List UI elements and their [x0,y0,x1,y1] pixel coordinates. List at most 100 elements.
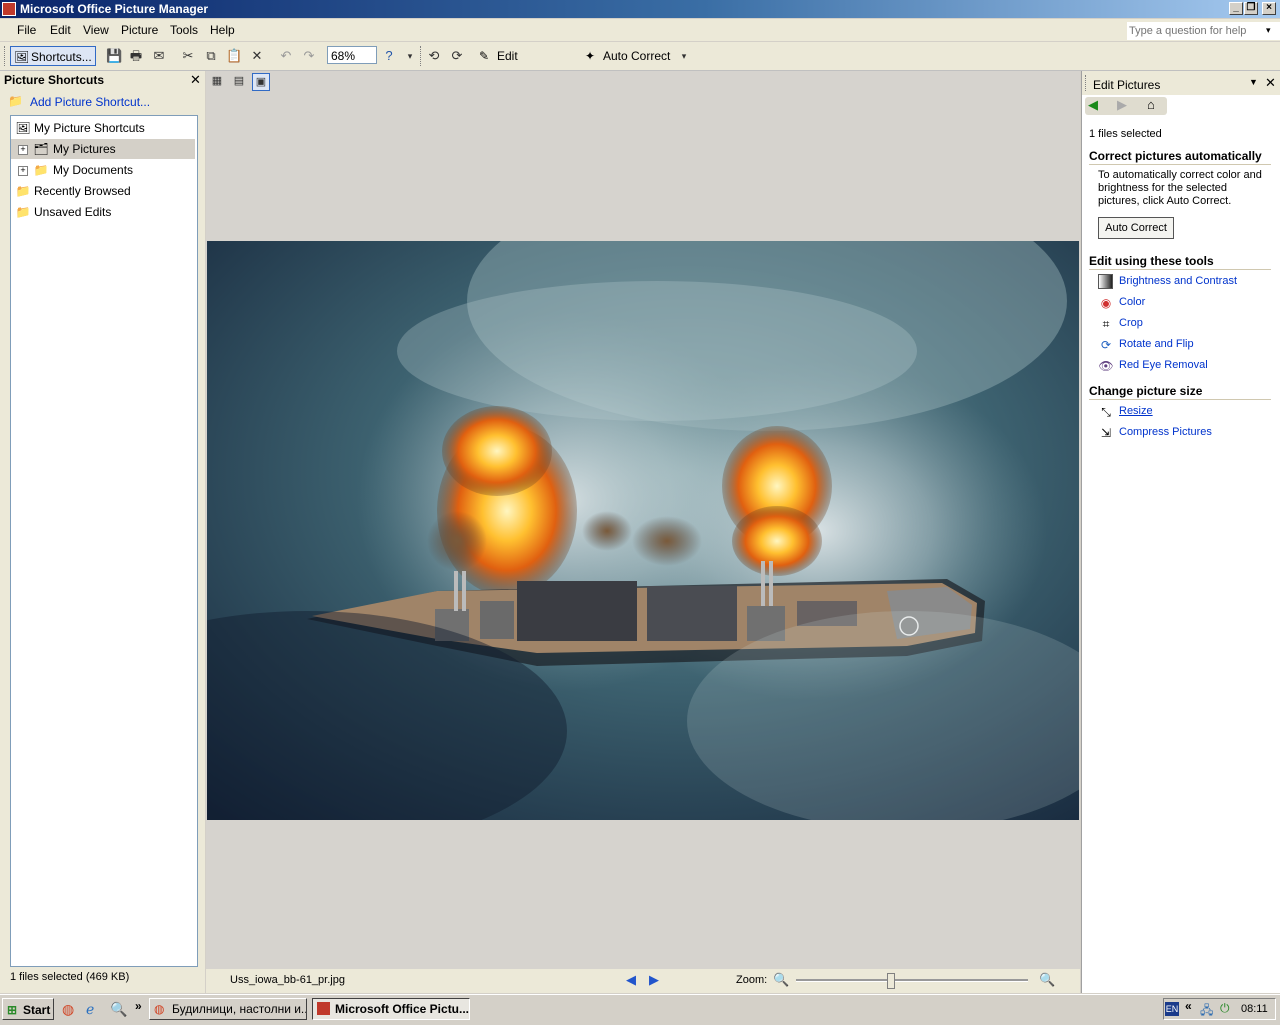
close-button[interactable]: × [1262,2,1276,15]
help-search-input[interactable] [1127,22,1280,40]
section-change-size: Change picture size [1089,384,1271,400]
help-dropdown-icon[interactable]: ▾ [1266,25,1271,36]
battleship-photo[interactable] [207,241,1079,820]
paste-icon[interactable]: 📋 [226,48,242,64]
single-picture-view-icon[interactable]: ▣ [252,73,270,91]
brightness-contrast-link[interactable]: Brightness and Contrast [1119,275,1237,287]
pane-title: Picture Shortcuts [4,73,105,87]
red-eye-removal-link[interactable]: Red Eye Removal [1119,359,1208,371]
previous-picture-icon[interactable]: ◀ [626,972,636,988]
add-picture-shortcut-link[interactable]: Add Picture Shortcut... [30,95,150,109]
pane-close-icon[interactable]: ✕ [1265,75,1276,91]
add-shortcut-icon[interactable]: 📁 [8,94,23,108]
section-correct-automatically: Correct pictures automatically [1089,149,1271,165]
save-icon[interactable]: 💾 [106,48,122,64]
resize-icon[interactable]: ⤡ [1098,404,1114,420]
zoom-combo[interactable]: 68% [327,46,377,64]
rotate-flip-icon[interactable]: ⟳ [1098,337,1114,353]
tree-item-my-picture-shortcuts[interactable]: 🖼 My Picture Shortcuts [11,118,195,138]
back-icon[interactable]: ◀ [1088,97,1098,113]
tree-label: My Pictures [53,142,116,156]
pane-menu-icon[interactable]: ▼ [1249,77,1258,87]
red-eye-icon[interactable]: 👁 [1098,358,1114,374]
menu-view[interactable]: View [83,23,109,37]
menu-tools[interactable]: Tools [170,23,198,37]
menu-edit[interactable]: Edit [50,23,71,37]
ie-icon[interactable]: ℯ [86,1001,94,1018]
forward-icon[interactable]: ▶ [1117,97,1127,113]
toolbar-options-icon-2[interactable]: ▾ [676,48,692,64]
toolbar-grip[interactable] [4,46,8,66]
tree-label: My Documents [53,163,134,177]
thumbnail-view-icon[interactable]: ▦ [208,73,226,91]
edit-pictures-button[interactable]: ✎ Edit Pictures... [477,46,573,83]
expand-icon[interactable]: + [18,145,28,155]
color-icon[interactable]: ◉ [1098,295,1114,311]
tree-item-my-documents[interactable]: + 📁 My Documents [11,160,195,180]
menu-picture[interactable]: Picture [121,23,158,37]
cut-icon[interactable]: ✂ [180,48,196,64]
start-button[interactable]: ⊞ Start [2,998,54,1020]
task-browser[interactable]: ◍ Будилници, настолни и... [149,998,307,1020]
tray-expand-icon[interactable]: « [1185,999,1192,1013]
current-filename: Uss_iowa_bb-61_pr.jpg [230,974,345,986]
auto-correct-toolbar-button[interactable]: ✦ Auto Correct [583,46,671,66]
zoom-slider-thumb[interactable] [887,973,896,989]
menu-file[interactable]: File [17,23,36,37]
delete-icon[interactable]: ✕ [249,48,265,64]
shortcuts-button[interactable]: 🖼 Shortcuts... [10,46,96,66]
rotate-left-icon[interactable]: ⟲ [426,48,442,64]
crop-icon[interactable]: ⌗ [1098,316,1114,332]
task-picture-manager[interactable]: Microsoft Office Pictu... [312,998,470,1020]
tree-item-recently-browsed[interactable]: 📁 Recently Browsed [11,181,195,201]
selection-status: 1 files selected (469 KB) [10,971,130,983]
network-icon[interactable]: 🖧 [1200,1001,1213,1022]
quicklaunch-more-icon[interactable]: » [135,999,142,1013]
redo-icon[interactable]: ↷ [301,48,317,64]
print-icon[interactable]: 🖶 [128,48,144,64]
zoom-out-icon[interactable]: 🔍 [773,972,789,988]
toolbar-options-icon[interactable]: ▾ [402,48,418,64]
undo-icon[interactable]: ↶ [278,48,294,64]
auto-correct-button[interactable]: Auto Correct [1098,217,1174,239]
restore-button[interactable]: ❐ [1244,2,1258,15]
resize-link[interactable]: Resize [1119,405,1153,417]
tray-app-icon[interactable]: ⏻ [1220,1001,1230,1016]
toolbar-grip-2[interactable] [420,46,424,66]
title-bar[interactable]: Microsoft Office Picture Manager _ ❐ × [0,0,1280,18]
documents-folder-icon: 📁 [33,163,49,177]
filmstrip-view-icon[interactable]: ▤ [230,73,248,91]
help-icon[interactable]: ? [381,48,397,64]
zoom-slider-track[interactable] [796,979,1028,982]
zoom-in-icon[interactable]: 🔍 [1039,972,1055,988]
rotate-flip-link[interactable]: Rotate and Flip [1119,338,1194,350]
language-indicator[interactable]: EN [1165,1002,1179,1016]
quicklaunch-icon[interactable]: 🔍 [110,1001,127,1018]
files-selected-text: 1 files selected [1089,128,1162,140]
crop-link[interactable]: Crop [1119,317,1143,329]
next-picture-icon[interactable]: ▶ [649,972,659,988]
minimize-button[interactable]: _ [1229,2,1243,15]
rotate-right-icon[interactable]: ⟳ [449,48,465,64]
menu-help[interactable]: Help [210,23,235,37]
pane-grip[interactable] [1085,75,1089,91]
compress-pictures-link[interactable]: Compress Pictures [1119,426,1212,438]
expand-icon[interactable]: + [18,166,28,176]
copy-icon[interactable]: ⧉ [203,48,219,64]
home-icon[interactable]: ⌂ [1147,97,1155,112]
app-icon[interactable] [2,2,16,16]
compress-icon[interactable]: ⇲ [1098,425,1114,441]
tree-label: My Picture Shortcuts [34,121,145,135]
clock: 08:11 [1241,1003,1268,1015]
toolbar: 🖼 Shortcuts... 💾 🖶 ✉ ✂ ⧉ 📋 ✕ ↶ ↷ ▾ ? ▾ ⟲… [0,42,1280,83]
chrome-icon[interactable]: ◍ [62,1001,74,1018]
tree-item-unsaved-edits[interactable]: 📁 Unsaved Edits [11,202,195,222]
email-icon[interactable]: ✉ [151,48,167,64]
pane-close-icon[interactable]: ✕ [190,72,201,88]
tree-item-my-pictures[interactable]: + 🗂 My Pictures [11,139,195,159]
color-link[interactable]: Color [1119,296,1145,308]
brightness-contrast-icon[interactable] [1098,274,1113,289]
pictures-folder-icon: 🗂 [33,142,49,156]
zoom-label: Zoom: [736,974,768,986]
task-picture-manager-icon [317,1002,330,1015]
